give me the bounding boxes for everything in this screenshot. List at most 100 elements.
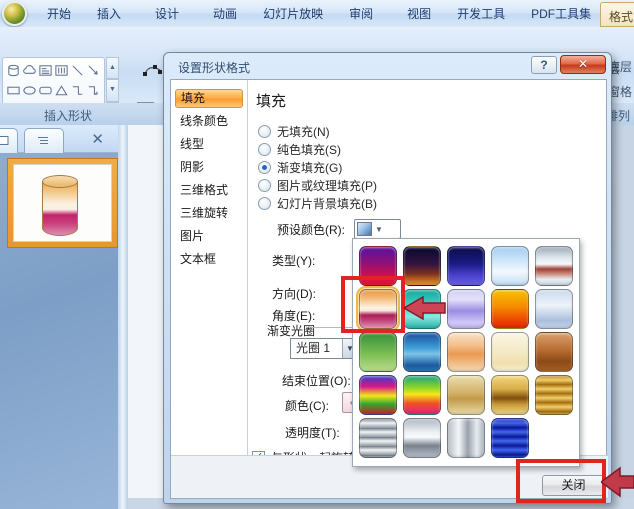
gradient-swatch-silver-vertical[interactable] xyxy=(447,418,485,458)
shape-vertical-text-box-icon[interactable] xyxy=(53,60,69,80)
gradient-swatch-fire-orange-red[interactable] xyxy=(491,289,529,329)
radio-solid-fill[interactable]: 纯色填充(S) xyxy=(258,141,341,158)
gradient-swatch-navy-violet[interactable] xyxy=(447,246,485,286)
radio-no-fill[interactable]: 无填充(N) xyxy=(258,123,330,140)
gradient-swatch-navy-orange-night[interactable] xyxy=(403,246,441,286)
tab-review[interactable]: 审阅 xyxy=(336,0,386,27)
tab-pdf-tools[interactable]: PDF工具集 xyxy=(518,0,604,27)
radio-picture-texture-fill[interactable]: 图片或纹理填充(P) xyxy=(258,177,377,194)
gallery-scroll-down-button[interactable]: ▼ xyxy=(106,79,119,102)
preset-colors-label: 预设颜色(R): xyxy=(277,223,345,237)
tab-insert[interactable]: 插入 xyxy=(84,0,134,27)
slide-canvas-edge xyxy=(128,125,164,509)
gradient-swatch-gold-brown-band[interactable] xyxy=(491,375,529,415)
gradient-swatch-lavender[interactable] xyxy=(447,289,485,329)
shape-elbow-arrow-connector-icon[interactable] xyxy=(86,80,102,100)
ribbon-tabs: 开始 插入 设计 动画 幻灯片放映 审阅 视图 开发工具 PDF工具集 xyxy=(34,0,604,27)
fill-heading: 填充 xyxy=(256,93,287,110)
shape-elbow-connector-icon[interactable] xyxy=(70,80,86,100)
gradient-swatch-silver-stripes[interactable] xyxy=(359,418,397,458)
slides-pane: ✕ xyxy=(0,125,118,509)
tab-outline[interactable] xyxy=(24,128,64,153)
edit-points-icon[interactable] xyxy=(141,62,163,82)
preset-current-swatch xyxy=(357,222,372,236)
gradient-stop-combo[interactable]: 光圈 1 ▼ xyxy=(290,338,358,359)
dialog-help-button[interactable]: ? xyxy=(531,56,557,74)
gradient-swatch-parchment[interactable] xyxy=(491,332,529,372)
radio-label: 纯色填充(S) xyxy=(277,143,341,157)
tab-view[interactable]: 视图 xyxy=(394,0,444,27)
slide-thumbnail-content xyxy=(13,164,112,242)
tab-design[interactable]: 设计 xyxy=(142,0,192,27)
nav-item-picture[interactable]: 图片 xyxy=(175,227,243,246)
slides-pane-tabs: ✕ xyxy=(0,125,118,153)
nav-item-3d-format[interactable]: 三维格式 xyxy=(175,181,243,200)
shape-triangle-icon[interactable] xyxy=(53,80,69,100)
shape-cloud-icon[interactable] xyxy=(21,60,37,80)
nav-item-line-style[interactable]: 线型 xyxy=(175,135,243,154)
annotation-arrow-swatch xyxy=(404,296,446,320)
gradient-swatch-ocean-blue[interactable] xyxy=(403,332,441,372)
ribbon-tab-bar: 开始 插入 设计 动画 幻灯片放映 审阅 视图 开发工具 PDF工具集 格式 xyxy=(0,0,634,27)
gradient-swatch-gold-stripes[interactable] xyxy=(535,375,573,415)
shape-oval-icon[interactable] xyxy=(21,80,37,100)
gradient-swatch-gold-tan[interactable] xyxy=(447,375,485,415)
preset-colors-dropdown-panel xyxy=(352,238,580,467)
dialog-nav: 填充 线条颜色 线型 阴影 三维格式 三维旋转 图片 文本框 xyxy=(171,80,248,456)
tab-slides-thumbnails[interactable] xyxy=(0,128,18,153)
outline-icon xyxy=(38,135,50,144)
shape-rectangle-icon[interactable] xyxy=(5,80,21,100)
nav-item-fill[interactable]: 填充 xyxy=(175,89,243,108)
annotation-box-selected-swatch xyxy=(341,276,405,333)
tab-developer[interactable]: 开发工具 xyxy=(444,0,518,27)
slide-icon xyxy=(0,136,9,145)
nav-item-line-color[interactable]: 线条颜色 xyxy=(175,112,243,131)
gradient-swatch-rainbow-2[interactable] xyxy=(403,375,441,415)
radio-circle[interactable] xyxy=(258,143,271,156)
close-pane-icon[interactable]: ✕ xyxy=(91,130,104,148)
radio-circle[interactable] xyxy=(258,197,271,210)
nav-item-shadow[interactable]: 阴影 xyxy=(175,158,243,177)
gradient-swatch-peach[interactable] xyxy=(447,332,485,372)
radio-gradient-fill[interactable]: 渐变填充(G) xyxy=(258,159,342,176)
shape-arrow-icon[interactable] xyxy=(86,60,102,80)
tab-slideshow[interactable]: 幻灯片放映 xyxy=(250,0,336,27)
shape-cylinder-icon[interactable] xyxy=(5,60,21,80)
pane-divider[interactable] xyxy=(118,125,128,509)
dialog-close-x-button[interactable]: ✕ xyxy=(560,55,606,74)
annotation-arrow-close-button xyxy=(601,466,634,498)
tab-home[interactable]: 开始 xyxy=(34,0,84,27)
gradient-swatch-rainbow[interactable] xyxy=(359,375,397,415)
shape-line-icon[interactable] xyxy=(70,60,86,80)
gallery-scroll-up-button[interactable]: ▲ xyxy=(106,57,119,80)
gradient-swatch-fog-blue[interactable] xyxy=(535,289,573,329)
nav-item-3d-rotation[interactable]: 三维旋转 xyxy=(175,204,243,223)
slide-thumbnail[interactable] xyxy=(7,158,118,248)
nav-item-text-box[interactable]: 文本框 xyxy=(175,250,243,269)
radio-label: 幻灯片背景填充(B) xyxy=(277,197,377,211)
tab-animation[interactable]: 动画 xyxy=(200,0,250,27)
type-label: 类型(Y): xyxy=(272,254,316,268)
radio-label: 无填充(N) xyxy=(277,125,330,139)
radio-background-fill[interactable]: 幻灯片背景填充(B) xyxy=(258,195,377,212)
radio-circle[interactable] xyxy=(258,125,271,138)
direction-label: 方向(D): xyxy=(272,287,316,301)
transparency-label: 透明度(T): xyxy=(285,426,340,440)
gradient-swatch-green[interactable] xyxy=(359,332,397,372)
radio-label: 图片或纹理填充(P) xyxy=(277,179,377,193)
gradient-swatch-daybreak-blue[interactable] xyxy=(491,246,529,286)
cylinder-shape xyxy=(42,175,78,237)
gradient-swatch-silver-red-stripe[interactable] xyxy=(535,246,573,286)
insert-shapes-group-label: 插入形状 xyxy=(44,109,93,123)
preset-colors-button[interactable]: ▼ xyxy=(354,219,401,239)
preset-dropdown-arrow: ▼ xyxy=(375,224,383,234)
radio-circle[interactable] xyxy=(258,179,271,192)
gradient-swatch-silver[interactable] xyxy=(403,418,441,458)
office-button[interactable] xyxy=(2,1,27,26)
shape-rounded-rectangle-icon[interactable] xyxy=(37,80,53,100)
gradient-swatch-copper-brown[interactable] xyxy=(535,332,573,372)
gradient-swatch-blue-stripes[interactable] xyxy=(491,418,529,458)
radio-circle-selected[interactable] xyxy=(258,161,271,174)
shape-text-box-icon[interactable] xyxy=(37,60,53,80)
tab-format-partial[interactable]: 格式 xyxy=(600,2,634,27)
